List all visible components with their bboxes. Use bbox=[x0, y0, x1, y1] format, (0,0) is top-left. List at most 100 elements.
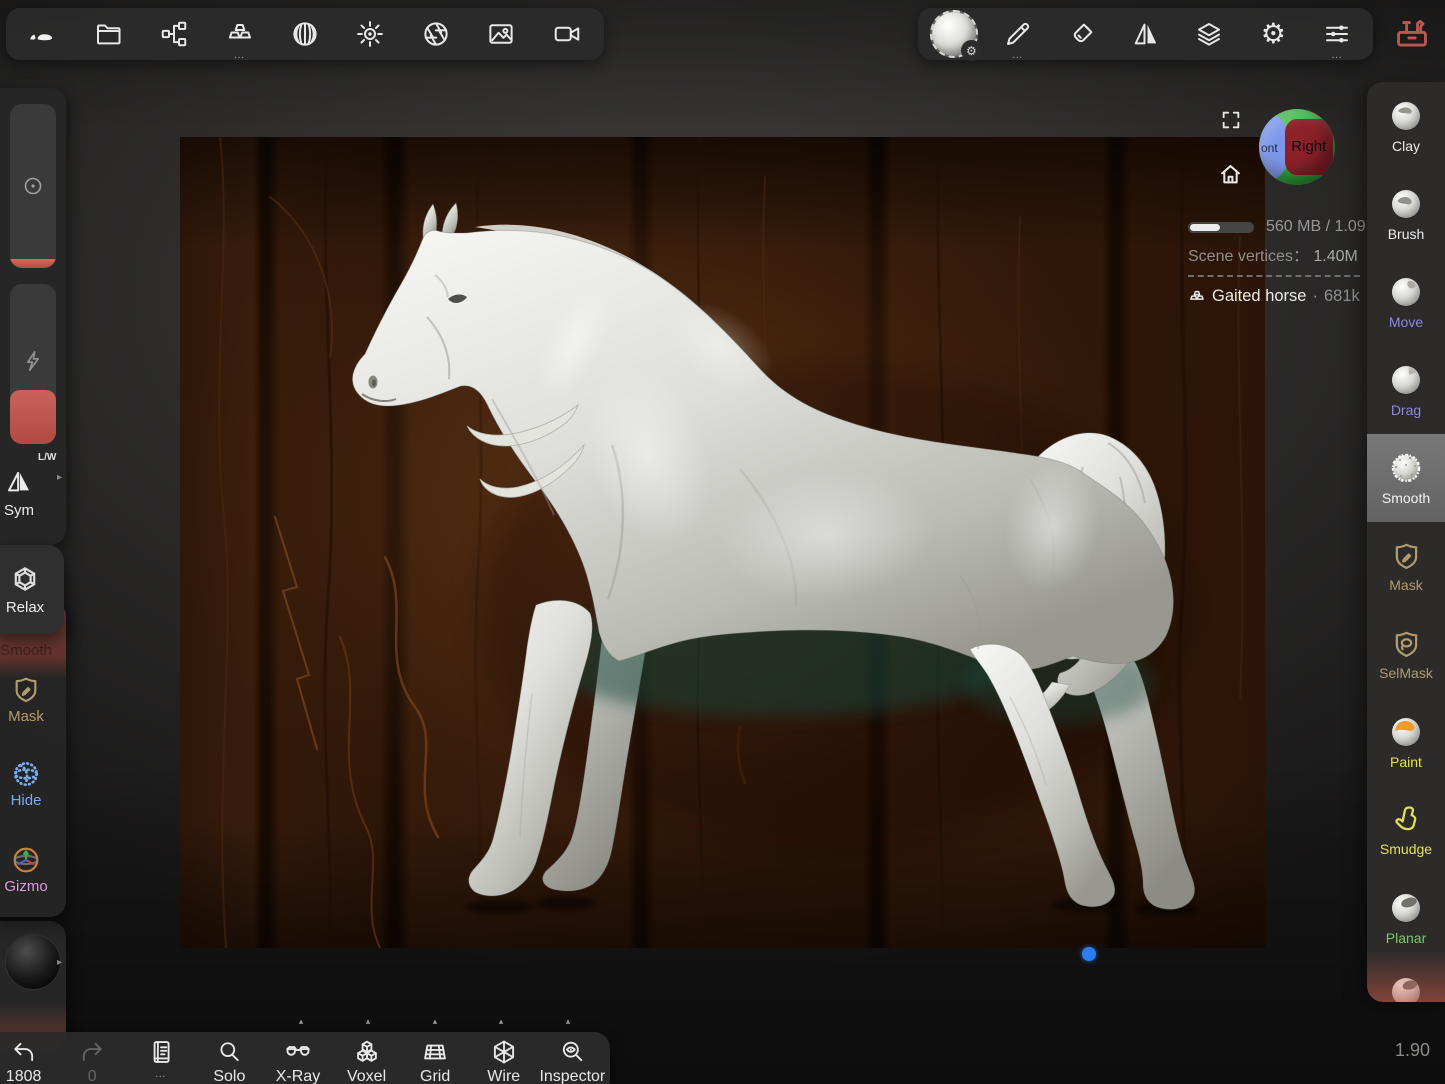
xray-caret-icon: ▴ bbox=[299, 1016, 304, 1027]
memory-bar-fill bbox=[1190, 224, 1220, 231]
tool-label: Brush bbox=[1388, 226, 1425, 242]
xray-toggle[interactable]: X-Ray bbox=[267, 1038, 329, 1084]
app-logo-button[interactable] bbox=[15, 8, 71, 60]
symmetry-button[interactable] bbox=[1118, 8, 1174, 60]
voxel-toggle[interactable]: Voxel bbox=[336, 1038, 398, 1084]
brush-preview-sphere-icon: ⚙ bbox=[932, 12, 976, 56]
sun-icon bbox=[355, 19, 385, 49]
scene-graph-button[interactable] bbox=[146, 8, 202, 60]
history-button[interactable]: … bbox=[130, 1038, 192, 1080]
undo-button[interactable]: 1808 bbox=[0, 1038, 55, 1084]
settings-button[interactable]: ⚙ bbox=[1245, 8, 1301, 60]
gear-icon: ⚙ bbox=[1261, 19, 1286, 49]
scene-graph-icon bbox=[159, 19, 189, 49]
intensity-slider-fill bbox=[10, 390, 56, 444]
wire-toggle[interactable]: Wire bbox=[473, 1038, 535, 1084]
layers-icon bbox=[1194, 19, 1224, 49]
object-row[interactable]: Gaited horse · 681k bbox=[1188, 287, 1365, 306]
touch-cursor-dot bbox=[1082, 947, 1096, 961]
grid-toggle[interactable]: Grid bbox=[404, 1038, 466, 1084]
inspector-toggle[interactable]: Inspector bbox=[541, 1038, 603, 1084]
top-left-toolbar: … bbox=[6, 8, 604, 60]
inspector-eye-icon bbox=[558, 1038, 586, 1066]
layers-button[interactable] bbox=[1181, 8, 1237, 60]
gizmo-right-face[interactable]: Right bbox=[1285, 119, 1333, 175]
aperture-icon bbox=[421, 19, 451, 49]
camera-button[interactable] bbox=[539, 8, 595, 60]
wire-label: Wire bbox=[487, 1068, 520, 1084]
planar-sphere-icon bbox=[1388, 890, 1424, 926]
interface-sliders-button[interactable]: … bbox=[1309, 8, 1365, 60]
tool-flatten-partial[interactable] bbox=[1367, 962, 1445, 1002]
smudge-finger-icon bbox=[1389, 803, 1423, 837]
material-button[interactable] bbox=[1054, 8, 1110, 60]
scene-vertices-row: Scene vertices： 1.40M bbox=[1188, 242, 1365, 266]
stroke-button[interactable]: … bbox=[990, 8, 1046, 60]
matcap-black-sphere-icon[interactable] bbox=[6, 935, 60, 989]
tool-smudge[interactable]: Smudge bbox=[1367, 786, 1445, 874]
sym-mode-badge: L/W bbox=[38, 452, 56, 463]
undo-count: 1808 bbox=[6, 1068, 42, 1084]
relax-web-icon bbox=[9, 563, 41, 595]
tool-label: Planar bbox=[1386, 930, 1426, 946]
active-brush-button[interactable]: ⚙ bbox=[926, 8, 982, 60]
relax-popup[interactable]: Relax bbox=[0, 545, 64, 634]
memory-row: 560 MB / 1.09 G bbox=[1188, 218, 1365, 236]
quick-tool-gizmo[interactable]: Gizmo bbox=[0, 844, 66, 895]
quick-tool-mask[interactable]: Mask bbox=[0, 674, 66, 725]
gizmo-axes-icon bbox=[10, 844, 42, 876]
sliders-icon bbox=[1322, 19, 1352, 49]
lightning-icon bbox=[20, 348, 46, 374]
lighting-button[interactable] bbox=[342, 8, 398, 60]
sculpt-viewport[interactable] bbox=[180, 137, 1265, 948]
brush-settings-gear-icon[interactable]: ⚙ bbox=[961, 40, 982, 61]
selmask-shield-icon bbox=[1390, 628, 1423, 661]
paintbrush-icon bbox=[1067, 19, 1097, 49]
tool-selmask[interactable]: SelMask bbox=[1367, 610, 1445, 698]
gizmo-front-face[interactable] bbox=[1259, 113, 1291, 181]
sym-label: Sym bbox=[0, 502, 52, 519]
orientation-gizmo[interactable]: ont Right bbox=[1259, 109, 1335, 185]
object-separator: · bbox=[1312, 287, 1318, 306]
symmetry-toggle[interactable]: L/W ▸ Sym bbox=[0, 450, 66, 540]
tool-planar[interactable]: Planar bbox=[1367, 874, 1445, 962]
toolbox-button[interactable] bbox=[1391, 13, 1433, 55]
hide-dotted-sphere-icon bbox=[10, 758, 42, 790]
wireframe-icon bbox=[490, 1038, 518, 1066]
move-sphere-icon bbox=[1388, 274, 1424, 310]
tool-mask[interactable]: Mask bbox=[1367, 522, 1445, 610]
radius-slider[interactable] bbox=[10, 104, 56, 268]
matcap-material-button[interactable] bbox=[277, 8, 333, 60]
tool-label: Smudge bbox=[1380, 841, 1432, 857]
scene-stats: 560 MB / 1.09 G Scene vertices： 1.40M Ga… bbox=[1188, 218, 1365, 306]
files-button[interactable] bbox=[81, 8, 137, 60]
postprocess-button[interactable] bbox=[408, 8, 464, 60]
tool-drag[interactable]: Drag bbox=[1367, 346, 1445, 434]
tool-label: SelMask bbox=[1379, 665, 1433, 681]
brush-settings-panel: L/W ▸ Sym bbox=[0, 88, 66, 545]
home-view-button[interactable] bbox=[1217, 161, 1244, 188]
voxel-cubes-icon bbox=[353, 1038, 381, 1066]
tool-label: Clay bbox=[1392, 138, 1420, 154]
fullscreen-button[interactable] bbox=[1220, 109, 1242, 131]
tool-clay[interactable]: Clay bbox=[1367, 82, 1445, 170]
folder-icon bbox=[94, 19, 124, 49]
quick-tool-hide[interactable]: Hide bbox=[0, 758, 66, 809]
tool-paint[interactable]: Paint bbox=[1367, 698, 1445, 786]
intensity-slider[interactable] bbox=[10, 284, 56, 444]
inspector-caret-icon: ▴ bbox=[566, 1016, 571, 1027]
tool-brush[interactable]: Brush bbox=[1367, 170, 1445, 258]
nomad-logo-icon bbox=[26, 17, 60, 51]
tool-smooth-selected[interactable]: Smooth bbox=[1367, 434, 1445, 522]
drag-sphere-icon bbox=[1388, 362, 1424, 398]
solo-toggle[interactable]: Solo bbox=[198, 1038, 260, 1084]
redo-button[interactable]: 0 bbox=[61, 1038, 123, 1084]
expander-arrow-icon[interactable]: ▸ bbox=[57, 957, 62, 968]
sym-mirror-icon bbox=[4, 468, 34, 494]
background-button[interactable] bbox=[473, 8, 529, 60]
magnifier-icon bbox=[215, 1038, 243, 1066]
primitives-button[interactable]: … bbox=[212, 8, 268, 60]
expander-arrow-icon[interactable]: ▸ bbox=[57, 472, 62, 483]
tool-move[interactable]: Move bbox=[1367, 258, 1445, 346]
journal-icon bbox=[147, 1038, 175, 1066]
